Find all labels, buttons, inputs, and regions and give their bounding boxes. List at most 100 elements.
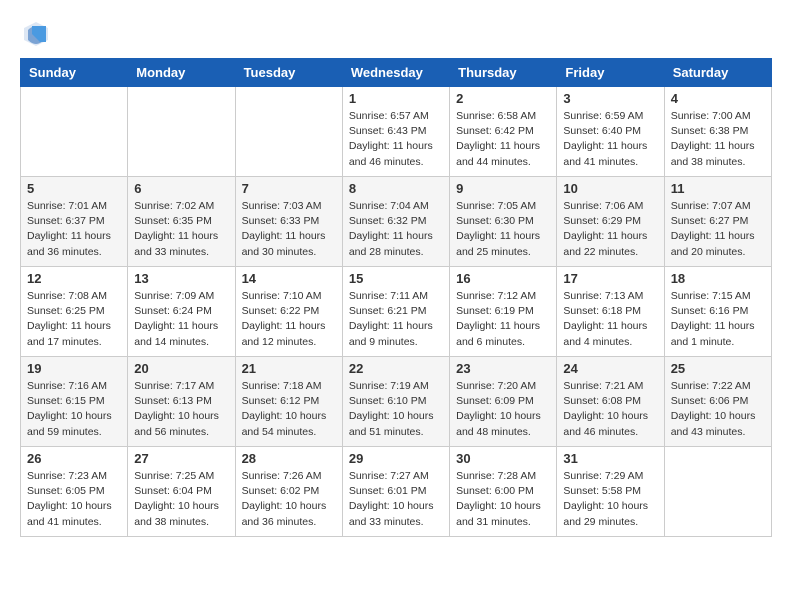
col-header-wednesday: Wednesday: [342, 59, 449, 87]
day-info: Sunrise: 7:25 AM Sunset: 6:04 PM Dayligh…: [134, 469, 228, 530]
day-info: Sunrise: 7:21 AM Sunset: 6:08 PM Dayligh…: [563, 379, 657, 440]
calendar-day-24: 24 Sunrise: 7:21 AM Sunset: 6:08 PM Dayli…: [557, 357, 664, 447]
calendar-day-22: 22 Sunrise: 7:19 AM Sunset: 6:10 PM Dayli…: [342, 357, 449, 447]
day-number: 9: [456, 181, 550, 196]
day-number: 13: [134, 271, 228, 286]
day-info: Sunrise: 7:11 AM Sunset: 6:21 PM Dayligh…: [349, 289, 443, 350]
day-info: Sunrise: 7:26 AM Sunset: 6:02 PM Dayligh…: [242, 469, 336, 530]
col-header-saturday: Saturday: [664, 59, 771, 87]
calendar-day-26: 26 Sunrise: 7:23 AM Sunset: 6:05 PM Dayli…: [21, 447, 128, 537]
calendar-empty-cell: [21, 87, 128, 177]
day-number: 23: [456, 361, 550, 376]
calendar-week-row: 19Sunrise: 7:16 AM Sunset: 6:15 PM Dayli…: [21, 357, 772, 447]
day-number: 4: [671, 91, 765, 106]
day-number: 3: [563, 91, 657, 106]
calendar-day-4: 4 Sunrise: 7:00 AM Sunset: 6:38 PM Daylig…: [664, 87, 771, 177]
day-info: Sunrise: 7:09 AM Sunset: 6:24 PM Dayligh…: [134, 289, 228, 350]
day-info: Sunrise: 7:16 AM Sunset: 6:15 PM Dayligh…: [27, 379, 121, 440]
calendar-day-29: 29Sunrise: 7:27 AM Sunset: 6:01 PM Dayli…: [342, 447, 449, 537]
col-header-tuesday: Tuesday: [235, 59, 342, 87]
calendar-day-11: 11 Sunrise: 7:07 AM Sunset: 6:27 PM Dayli…: [664, 177, 771, 267]
calendar-day-9: 9Sunrise: 7:05 AM Sunset: 6:30 PM Daylig…: [450, 177, 557, 267]
day-number: 26: [27, 451, 121, 466]
day-info: Sunrise: 7:17 AM Sunset: 6:13 PM Dayligh…: [134, 379, 228, 440]
day-number: 14: [242, 271, 336, 286]
day-info: Sunrise: 7:08 AM Sunset: 6:25 PM Dayligh…: [27, 289, 121, 350]
calendar-day-14: 14 Sunrise: 7:10 AM Sunset: 6:22 PM Dayli…: [235, 267, 342, 357]
day-number: 27: [134, 451, 228, 466]
day-info: Sunrise: 7:07 AM Sunset: 6:27 PM Dayligh…: [671, 199, 765, 260]
day-number: 15: [349, 271, 443, 286]
day-number: 8: [349, 181, 443, 196]
calendar-day-6: 6 Sunrise: 7:02 AM Sunset: 6:35 PM Daylig…: [128, 177, 235, 267]
day-info: Sunrise: 6:58 AM Sunset: 6:42 PM Dayligh…: [456, 109, 550, 170]
logo: [20, 20, 50, 48]
day-info: Sunrise: 6:57 AM Sunset: 6:43 PM Dayligh…: [349, 109, 443, 170]
day-number: 10: [563, 181, 657, 196]
page-header: [20, 20, 772, 48]
day-number: 28: [242, 451, 336, 466]
day-info: Sunrise: 7:02 AM Sunset: 6:35 PM Dayligh…: [134, 199, 228, 260]
day-number: 11: [671, 181, 765, 196]
day-info: Sunrise: 7:06 AM Sunset: 6:29 PM Dayligh…: [563, 199, 657, 260]
day-number: 21: [242, 361, 336, 376]
day-number: 12: [27, 271, 121, 286]
day-number: 31: [563, 451, 657, 466]
calendar-week-row: 1 Sunrise: 6:57 AM Sunset: 6:43 PM Daylig…: [21, 87, 772, 177]
day-number: 17: [563, 271, 657, 286]
day-number: 16: [456, 271, 550, 286]
day-number: 1: [349, 91, 443, 106]
calendar-day-20: 20 Sunrise: 7:17 AM Sunset: 6:13 PM Dayli…: [128, 357, 235, 447]
calendar-day-12: 12 Sunrise: 7:08 AM Sunset: 6:25 PM Dayli…: [21, 267, 128, 357]
calendar-day-17: 17 Sunrise: 7:13 AM Sunset: 6:18 PM Dayli…: [557, 267, 664, 357]
day-info: Sunrise: 7:19 AM Sunset: 6:10 PM Dayligh…: [349, 379, 443, 440]
day-info: Sunrise: 7:23 AM Sunset: 6:05 PM Dayligh…: [27, 469, 121, 530]
calendar-day-27: 27 Sunrise: 7:25 AM Sunset: 6:04 PM Dayli…: [128, 447, 235, 537]
calendar-day-15: 15 Sunrise: 7:11 AM Sunset: 6:21 PM Dayli…: [342, 267, 449, 357]
day-number: 20: [134, 361, 228, 376]
day-info: Sunrise: 7:18 AM Sunset: 6:12 PM Dayligh…: [242, 379, 336, 440]
calendar-empty-cell: [664, 447, 771, 537]
calendar-day-3: 3Sunrise: 6:59 AM Sunset: 6:40 PM Daylig…: [557, 87, 664, 177]
calendar-day-2: 2 Sunrise: 6:58 AM Sunset: 6:42 PM Daylig…: [450, 87, 557, 177]
calendar-table: SundayMondayTuesdayWednesdayThursdayFrid…: [20, 58, 772, 537]
calendar-day-16: 16Sunrise: 7:12 AM Sunset: 6:19 PM Dayli…: [450, 267, 557, 357]
calendar-day-8: 8Sunrise: 7:04 AM Sunset: 6:32 PM Daylig…: [342, 177, 449, 267]
calendar-day-28: 28 Sunrise: 7:26 AM Sunset: 6:02 PM Dayli…: [235, 447, 342, 537]
day-info: Sunrise: 7:29 AM Sunset: 5:58 PM Dayligh…: [563, 469, 657, 530]
day-number: 7: [242, 181, 336, 196]
calendar-header-row: SundayMondayTuesdayWednesdayThursdayFrid…: [21, 59, 772, 87]
calendar-day-31: 31 Sunrise: 7:29 AM Sunset: 5:58 PM Dayli…: [557, 447, 664, 537]
day-number: 6: [134, 181, 228, 196]
calendar-day-21: 21 Sunrise: 7:18 AM Sunset: 6:12 PM Dayli…: [235, 357, 342, 447]
calendar-week-row: 5Sunrise: 7:01 AM Sunset: 6:37 PM Daylig…: [21, 177, 772, 267]
day-info: Sunrise: 7:00 AM Sunset: 6:38 PM Dayligh…: [671, 109, 765, 170]
day-info: Sunrise: 7:20 AM Sunset: 6:09 PM Dayligh…: [456, 379, 550, 440]
calendar-empty-cell: [128, 87, 235, 177]
day-number: 29: [349, 451, 443, 466]
col-header-friday: Friday: [557, 59, 664, 87]
calendar-day-5: 5Sunrise: 7:01 AM Sunset: 6:37 PM Daylig…: [21, 177, 128, 267]
day-info: Sunrise: 7:22 AM Sunset: 6:06 PM Dayligh…: [671, 379, 765, 440]
calendar-day-18: 18Sunrise: 7:15 AM Sunset: 6:16 PM Dayli…: [664, 267, 771, 357]
calendar-day-30: 30Sunrise: 7:28 AM Sunset: 6:00 PM Dayli…: [450, 447, 557, 537]
calendar-day-1: 1 Sunrise: 6:57 AM Sunset: 6:43 PM Daylig…: [342, 87, 449, 177]
day-number: 18: [671, 271, 765, 286]
day-number: 30: [456, 451, 550, 466]
day-number: 22: [349, 361, 443, 376]
calendar-day-13: 13 Sunrise: 7:09 AM Sunset: 6:24 PM Dayli…: [128, 267, 235, 357]
calendar-week-row: 26 Sunrise: 7:23 AM Sunset: 6:05 PM Dayli…: [21, 447, 772, 537]
day-info: Sunrise: 7:13 AM Sunset: 6:18 PM Dayligh…: [563, 289, 657, 350]
calendar-week-row: 12 Sunrise: 7:08 AM Sunset: 6:25 PM Dayli…: [21, 267, 772, 357]
calendar-day-19: 19Sunrise: 7:16 AM Sunset: 6:15 PM Dayli…: [21, 357, 128, 447]
col-header-sunday: Sunday: [21, 59, 128, 87]
day-info: Sunrise: 7:01 AM Sunset: 6:37 PM Dayligh…: [27, 199, 121, 260]
day-number: 2: [456, 91, 550, 106]
day-info: Sunrise: 7:10 AM Sunset: 6:22 PM Dayligh…: [242, 289, 336, 350]
calendar-day-25: 25Sunrise: 7:22 AM Sunset: 6:06 PM Dayli…: [664, 357, 771, 447]
col-header-thursday: Thursday: [450, 59, 557, 87]
day-info: Sunrise: 7:03 AM Sunset: 6:33 PM Dayligh…: [242, 199, 336, 260]
calendar-empty-cell: [235, 87, 342, 177]
day-number: 24: [563, 361, 657, 376]
calendar-day-23: 23 Sunrise: 7:20 AM Sunset: 6:09 PM Dayli…: [450, 357, 557, 447]
